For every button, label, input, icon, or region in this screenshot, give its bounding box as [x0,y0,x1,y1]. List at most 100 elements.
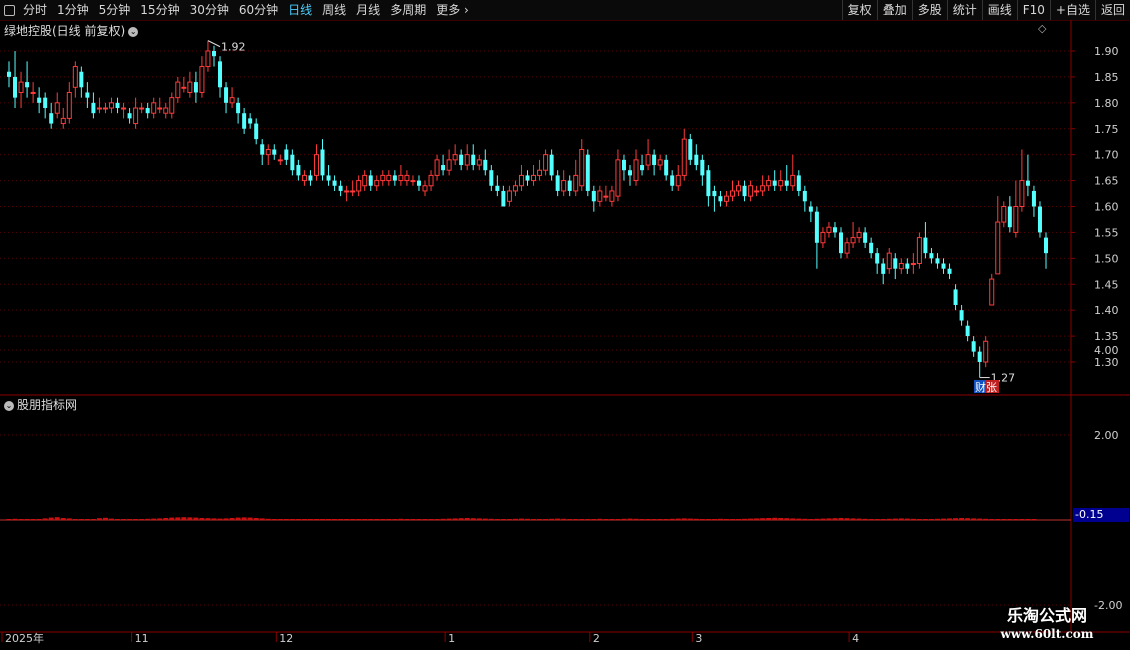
candle [205,40,211,72]
indicator-bar [350,519,356,520]
period-tab[interactable]: 1分钟 [57,0,89,20]
indicator-tick-label: 4.00 [1094,344,1119,357]
indicator-bar [102,517,108,520]
indicator-bar [313,519,319,520]
candle [284,144,289,166]
period-tab[interactable]: 30分钟 [190,0,229,20]
candle [929,247,934,264]
candle [543,149,549,176]
indicator-bar [953,518,959,520]
candle [953,284,958,311]
window-icon[interactable] [4,4,15,16]
indicator-bar [374,519,380,520]
candle [844,237,850,259]
toolbar-button[interactable]: 统计 [946,0,982,20]
candle [446,149,452,176]
candle [839,227,844,259]
indicator-bar [48,517,54,520]
indicator-bar [446,518,452,520]
indicator-bar [416,519,422,520]
indicator-bar [995,519,1001,520]
candle [832,222,837,238]
candle [591,185,596,212]
indicator-bar [6,519,12,520]
indicator-bar [916,519,922,520]
candle [645,139,651,171]
indicator-bar [494,519,500,520]
indicator-bar [820,518,826,520]
watermark-line1: 乐淘公式网 [1006,606,1087,625]
candle [1037,201,1042,238]
toolbar-button[interactable]: 多股 [911,0,947,20]
period-tab[interactable]: 多周期 [390,0,426,20]
indicator-bar [693,518,699,520]
candle [296,159,301,181]
candle [163,102,169,119]
candle [585,149,590,197]
candle [905,258,910,274]
candle [947,263,952,280]
candle [416,175,421,191]
price-tick-label: 1.30 [1094,356,1119,369]
period-tab[interactable]: 15分钟 [140,0,179,20]
candle [694,144,699,171]
indicator-bar [157,518,163,520]
candle [79,66,84,98]
candle [218,56,223,98]
candle [796,170,801,197]
toolbar-button[interactable]: +自选 [1049,0,1095,20]
candle [506,185,512,207]
candle [49,102,54,129]
candle [350,180,356,197]
period-tab[interactable]: 周线 [322,0,346,20]
toolbar-button[interactable]: 叠加 [876,0,912,20]
period-tab[interactable]: 日线 [288,0,312,20]
candle [43,92,48,119]
toolbar-button[interactable]: F10 [1016,0,1050,20]
price-tick-label: 1.85 [1094,71,1119,84]
candle [7,61,11,88]
indicator-bar [633,518,639,520]
period-tab[interactable]: 5分钟 [99,0,131,20]
toolbar-button[interactable]: 复权 [841,0,877,20]
candle [320,139,325,181]
candle [567,175,572,197]
indicator-bar [892,518,898,520]
indicator-bar [941,518,947,520]
candle [863,227,868,248]
chart-canvas[interactable]: 1.30 1.35 1.40 1.45 1.50 1.55 1.60 1.65 1.70 1.75… [0,20,1130,650]
candle [404,170,410,186]
candle [115,97,120,114]
candle [54,92,60,119]
candle [495,175,500,197]
candle [30,82,36,103]
candle [127,108,132,124]
period-tab[interactable]: 分时 [23,0,47,20]
candle [923,222,928,259]
candle [229,87,235,109]
toolbar-button[interactable]: 返回 [1094,0,1130,20]
indicator-bar [404,519,410,520]
indicator-bar [380,519,386,520]
indicator-bar [332,519,338,520]
period-tab[interactable]: 60分钟 [239,0,278,20]
candle [338,180,343,197]
indicator-bar [651,519,657,520]
indicator-bar [199,518,205,520]
candle [1001,201,1007,228]
candle [1031,185,1036,217]
indicator-bar [959,518,965,520]
candle [760,175,766,197]
indicator-bar [115,519,121,520]
period-tab[interactable]: 月线 [356,0,380,20]
period-tab[interactable]: 更多 › [436,0,469,20]
indicator-bar [476,518,482,520]
candle [784,165,789,191]
price-tick-label: 1.40 [1094,304,1119,317]
candle [718,190,723,207]
candle [211,45,216,67]
indicator-bar [229,518,235,520]
toolbar-button[interactable]: 画线 [981,0,1017,20]
x-tick-label: 12 [279,632,293,645]
indicator-bar [121,519,127,520]
